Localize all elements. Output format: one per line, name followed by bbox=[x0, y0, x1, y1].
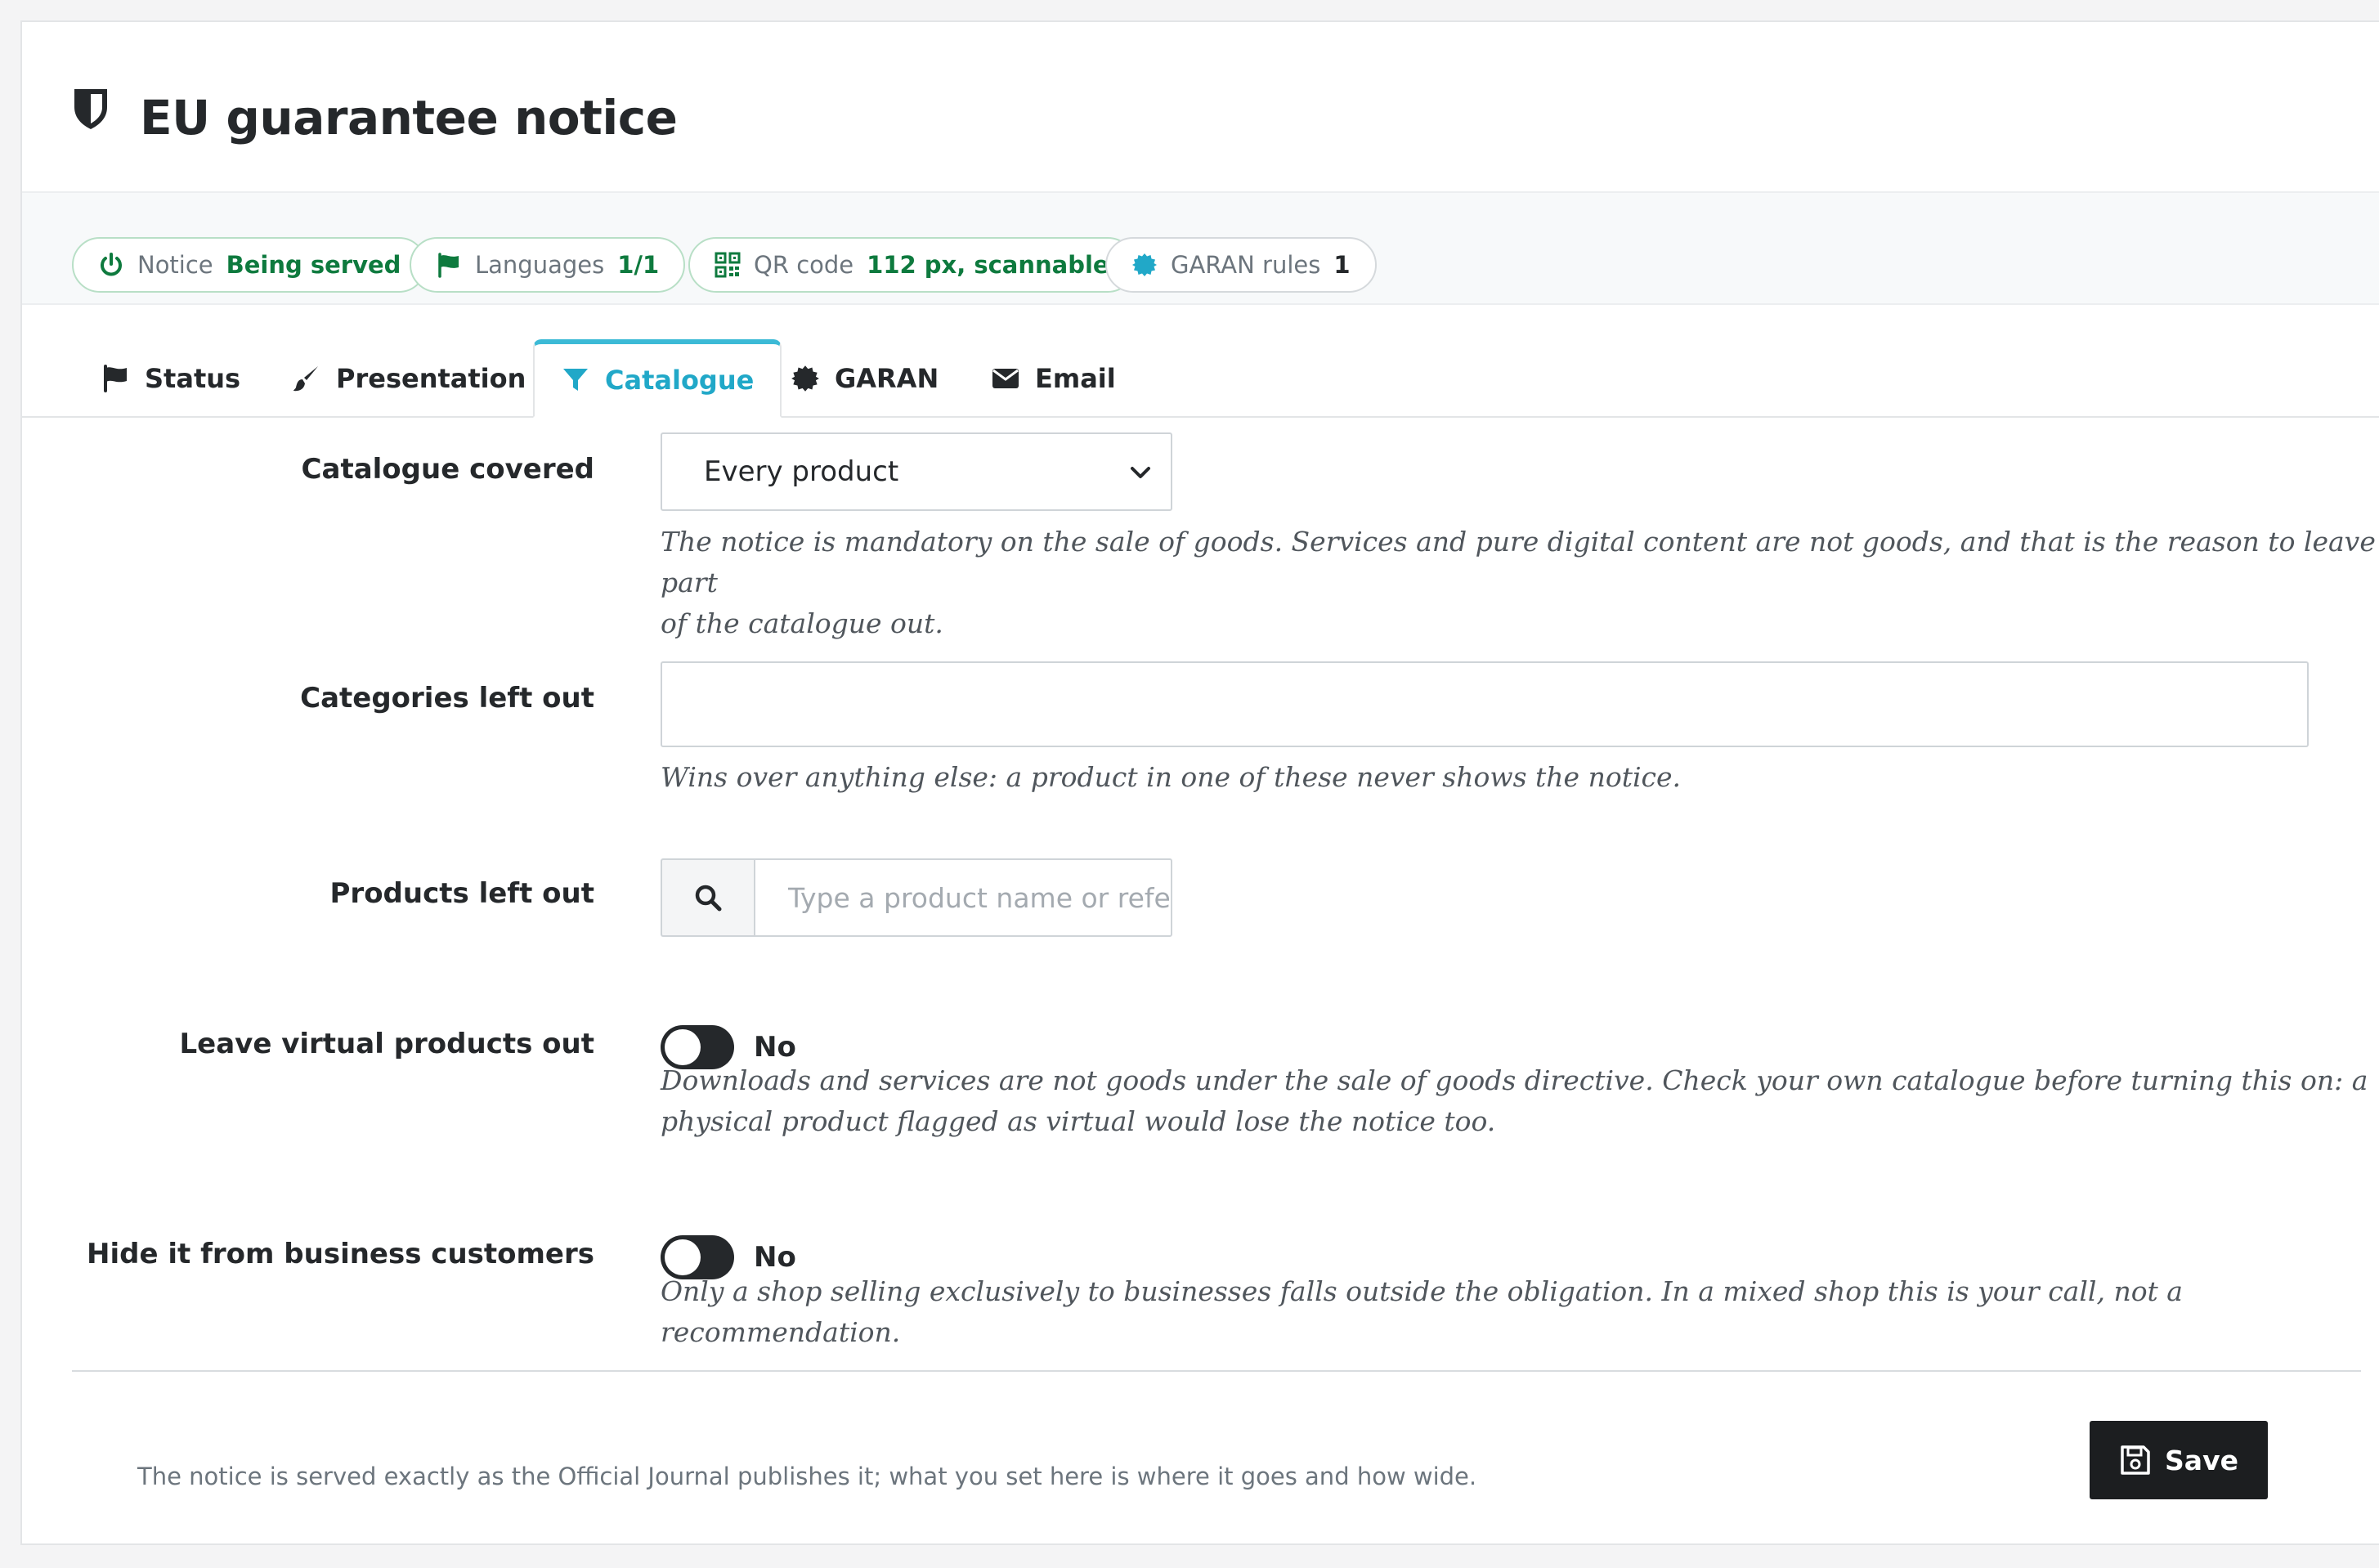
tab-presentation[interactable]: Presentation bbox=[292, 339, 526, 418]
help-line: of the catalogue out. bbox=[661, 607, 943, 639]
hide-business-help: Only a shop selling exclusively to busin… bbox=[661, 1275, 2183, 1348]
badge-icon bbox=[791, 365, 819, 392]
tab-label: Presentation bbox=[336, 363, 526, 394]
toggle-state-label: No bbox=[754, 1241, 796, 1274]
kpi-value: 1/1 bbox=[617, 251, 660, 279]
kpi-label: GARAN rules bbox=[1171, 251, 1321, 279]
footer-note: The notice is served exactly as the Offi… bbox=[137, 1463, 1477, 1490]
panel-header: EU guarantee notice bbox=[22, 22, 2379, 191]
help-line: physical product flagged as virtual woul… bbox=[661, 1105, 1496, 1137]
kpi-value: 112 px, scannable bbox=[867, 251, 1109, 279]
flag-icon bbox=[438, 253, 459, 278]
categories-left-out-label: Categories left out bbox=[300, 682, 594, 715]
categories-left-out-help: Wins over anything else: a product in on… bbox=[661, 761, 1682, 793]
help-line: Downloads and services are not goods und… bbox=[661, 1064, 2368, 1096]
categories-left-out-input[interactable] bbox=[661, 661, 2309, 747]
kpi-strip: Notice Being served Languages 1/1 QR cod… bbox=[22, 191, 2379, 305]
select-value: Every product bbox=[704, 455, 899, 488]
shield-icon bbox=[74, 89, 107, 129]
tab-label: Status bbox=[145, 363, 241, 394]
catalogue-covered-label: Catalogue covered bbox=[301, 453, 594, 486]
kpi-label: Notice bbox=[137, 251, 213, 279]
toggle-state-label: No bbox=[754, 1031, 796, 1064]
leave-virtual-out-help: Downloads and services are not goods und… bbox=[661, 1060, 2368, 1142]
kpi-garan-rules: GARAN rules 1 bbox=[1105, 237, 1377, 293]
help-line: The notice is mandatory on the sale of g… bbox=[661, 526, 2376, 598]
tab-email[interactable]: Email bbox=[991, 339, 1116, 418]
tab-label: Email bbox=[1035, 363, 1116, 394]
kpi-languages: Languages 1/1 bbox=[410, 237, 686, 293]
page: EU guarantee notice Notice Being served … bbox=[0, 0, 2379, 1568]
kpi-label: Languages bbox=[475, 251, 605, 279]
catalogue-covered-help: The notice is mandatory on the sale of g… bbox=[661, 522, 2379, 644]
filter-icon bbox=[563, 369, 588, 391]
product-search-group bbox=[661, 858, 1172, 937]
tab-catalogue[interactable]: Catalogue bbox=[533, 339, 782, 418]
qr-code-icon bbox=[715, 252, 741, 278]
page-title: EU guarantee notice bbox=[140, 90, 678, 146]
catalogue-covered-select[interactable]: Every product bbox=[661, 432, 1172, 511]
badge-icon bbox=[1132, 253, 1157, 276]
envelope-icon bbox=[992, 369, 1019, 388]
kpi-value: Being served bbox=[226, 251, 401, 279]
flag-icon bbox=[104, 365, 127, 392]
kpi-notice: Notice Being served bbox=[72, 237, 428, 293]
floppy-disk-icon bbox=[2121, 1445, 2150, 1475]
chevron-down-icon bbox=[1131, 467, 1150, 478]
save-button-label: Save bbox=[2165, 1444, 2238, 1476]
search-icon bbox=[695, 885, 722, 912]
products-left-out-label: Products left out bbox=[329, 877, 594, 910]
product-search-input[interactable] bbox=[754, 858, 1172, 937]
kpi-qr-code: QR code 112 px, scannable bbox=[688, 237, 1136, 293]
kpi-value: 1 bbox=[1333, 251, 1351, 279]
brush-icon bbox=[293, 366, 318, 392]
save-button[interactable]: Save bbox=[2090, 1421, 2268, 1499]
hide-business-label: Hide it from business customers bbox=[87, 1238, 594, 1270]
power-icon bbox=[101, 253, 122, 276]
divider bbox=[72, 1370, 2361, 1372]
tab-status[interactable]: Status bbox=[101, 339, 240, 418]
kpi-label: QR code bbox=[754, 251, 854, 279]
tab-label: Catalogue bbox=[605, 365, 755, 396]
leave-virtual-out-label: Leave virtual products out bbox=[179, 1028, 594, 1060]
search-addon bbox=[661, 858, 754, 937]
tab-bar: Status Presentation Catalogue GARAN Emai… bbox=[22, 321, 2379, 418]
tab-label: GARAN bbox=[835, 363, 939, 394]
toggle-knob bbox=[665, 1239, 701, 1275]
tab-garan[interactable]: GARAN bbox=[791, 339, 939, 418]
settings-panel: EU guarantee notice Notice Being served … bbox=[20, 20, 2379, 1545]
